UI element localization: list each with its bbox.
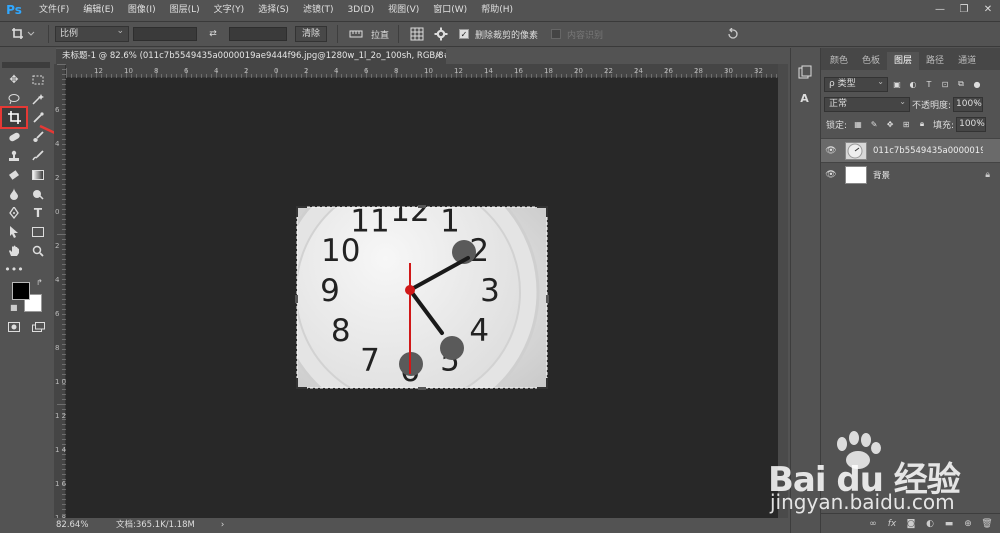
clock-numeral: 3 bbox=[480, 273, 500, 309]
lock-icon: 🔒︎ bbox=[985, 169, 990, 180]
ruler-label: 6 bbox=[364, 67, 369, 75]
filter-shape-icon[interactable]: ⊡ bbox=[938, 77, 952, 91]
lock-image-icon[interactable]: ✎ bbox=[867, 117, 881, 131]
lock-artboard-icon[interactable]: ⊞ bbox=[899, 117, 913, 131]
ruler-label: 4 bbox=[55, 276, 60, 284]
lock-transparent-icon[interactable]: ▦ bbox=[851, 117, 865, 131]
ruler-label: 1 2 bbox=[55, 412, 66, 420]
lock-all-icon[interactable]: 🔒︎ bbox=[915, 117, 929, 131]
ruler-label: 22 bbox=[604, 67, 613, 75]
ruler-label: 6 bbox=[55, 310, 60, 318]
history-panel-icon[interactable] bbox=[795, 62, 815, 82]
ruler-label: 6 bbox=[184, 67, 189, 75]
ruler-label: 24 bbox=[634, 67, 643, 75]
filter-type-icon[interactable]: T bbox=[922, 77, 936, 91]
layer-thumbnail bbox=[845, 141, 867, 160]
blend-mode-select[interactable]: 正常 bbox=[824, 95, 910, 112]
status-menu-arrow[interactable]: › bbox=[221, 518, 224, 533]
layer-filter-row: ρ 类型 ▣ ◐ T ⊡ ⧉ ● bbox=[821, 74, 1000, 94]
canvas-document[interactable]: 121234567891011 bbox=[66, 78, 778, 518]
filter-smart-object-icon[interactable]: ⧉ bbox=[954, 77, 968, 91]
ruler-label: 4 bbox=[55, 140, 60, 148]
layer-filter-select[interactable]: ρ 类型 bbox=[824, 75, 888, 92]
ruler-label: 10 bbox=[424, 67, 433, 75]
ruler-label: 16 bbox=[514, 67, 523, 75]
zoom-level[interactable]: 82.64% bbox=[56, 518, 106, 533]
ruler-label: 20 bbox=[574, 67, 583, 75]
document-info: 文档:365.1K/1.18M bbox=[116, 520, 195, 530]
ruler-label: 32 bbox=[754, 67, 763, 75]
tab-color[interactable]: 颜色 bbox=[823, 52, 855, 70]
ruler-label: 2 bbox=[55, 174, 59, 182]
lock-label: 锁定: bbox=[826, 120, 848, 131]
lock-row: 锁定: ▦ ✎ ✥ ⊞ 🔒︎ 填充: 100% bbox=[821, 114, 1000, 134]
ruler-label: 28 bbox=[694, 67, 703, 75]
opacity-input[interactable]: 100% bbox=[953, 95, 984, 112]
ruler-label: 1 6 bbox=[55, 480, 66, 488]
clock-numeral: 12 bbox=[390, 193, 429, 229]
document-tab-title: 未标题-1 @ 82.6% (011c7b5549435a0000019ae94… bbox=[62, 51, 446, 61]
horizontal-ruler[interactable]: 121086420246810121416182022242628303234 bbox=[66, 64, 793, 78]
clock-numeral: 9 bbox=[320, 273, 340, 309]
close-document-icon[interactable]: × bbox=[435, 49, 442, 64]
ruler-label: 8 bbox=[55, 344, 59, 352]
blend-row: 正常 不透明度: 100% bbox=[821, 94, 1000, 114]
clock-numeral: 1 bbox=[440, 204, 460, 240]
ruler-label: 30 bbox=[724, 67, 733, 75]
clock-numeral: 4 bbox=[469, 313, 489, 349]
ruler-label: 0 bbox=[55, 208, 59, 216]
layer-name[interactable]: 背景 bbox=[873, 169, 963, 181]
ruler-label: 8 bbox=[154, 67, 158, 75]
horizontal-ruler-ticks: 121086420246810121416182022242628303234 bbox=[66, 67, 793, 78]
filter-toggle-icon[interactable]: ● bbox=[970, 77, 984, 91]
ruler-label: 2 bbox=[304, 67, 308, 75]
character-panel-icon[interactable]: A bbox=[795, 88, 815, 108]
ruler-label: 6 bbox=[55, 106, 60, 114]
filter-adjustment-icon[interactable]: ◐ bbox=[906, 77, 920, 91]
filter-pixel-icon[interactable]: ▣ bbox=[890, 77, 904, 91]
visibility-eye-icon[interactable]: 👁︎ bbox=[821, 146, 841, 156]
opacity-label: 不透明度: bbox=[912, 100, 952, 111]
lock-position-icon[interactable]: ✥ bbox=[883, 117, 897, 131]
tab-layers[interactable]: 图层 bbox=[887, 52, 920, 70]
clock-numeral: 8 bbox=[331, 313, 351, 349]
vertical-ruler-ticks: 642024681 01 21 41 61 8 bbox=[55, 64, 67, 522]
fill-label: 填充: bbox=[933, 120, 955, 131]
ruler-label: 12 bbox=[454, 67, 463, 75]
visibility-eye-icon[interactable]: 👁︎ bbox=[821, 170, 841, 180]
layer-list: 👁︎ 011c7b5549435a0000019... 👁︎ 背景 🔒︎ bbox=[821, 138, 1000, 186]
ruler-label: 10 bbox=[124, 67, 133, 75]
ruler-label: 12 bbox=[94, 67, 103, 75]
canvas-area[interactable]: 121234567891011 bbox=[66, 78, 778, 518]
panel-tabs: 颜色 色板 图层 路径 通道 bbox=[821, 48, 1000, 70]
ruler-label: 1 0 bbox=[55, 378, 66, 386]
ruler-label: 4 bbox=[334, 67, 339, 75]
ruler-label: 0 bbox=[274, 67, 278, 75]
document-tab[interactable]: 未标题-1 @ 82.6% (011c7b5549435a0000019ae94… bbox=[56, 48, 446, 64]
layer-name[interactable]: 011c7b5549435a0000019... bbox=[873, 146, 983, 156]
ruler-label: 2 bbox=[55, 242, 59, 250]
ruler-label: 18 bbox=[544, 67, 553, 75]
photoshop-window: Ps 文件(F) 编辑(E) 图像(I) 图层(L) 文字(Y) 选择(S) 滤… bbox=[0, 0, 1000, 533]
ruler-label: 14 bbox=[484, 67, 493, 75]
tab-swatches[interactable]: 色板 bbox=[855, 52, 887, 70]
ruler-label: 2 bbox=[244, 67, 248, 75]
ruler-label: 8 bbox=[394, 67, 398, 75]
tab-paths[interactable]: 路径 bbox=[919, 52, 951, 70]
ruler-label: 1 4 bbox=[55, 446, 66, 454]
tab-channels[interactable]: 通道 bbox=[951, 52, 983, 70]
status-bar: 82.64% 文档:365.1K/1.18M › bbox=[54, 518, 778, 533]
ruler-label: 26 bbox=[664, 67, 673, 75]
ruler-label: 4 bbox=[214, 67, 219, 75]
clock-photo: 121234567891011 bbox=[297, 193, 547, 388]
layer-row[interactable]: 👁︎ 011c7b5549435a0000019... bbox=[821, 138, 1000, 162]
layer-thumbnail bbox=[845, 165, 867, 184]
layer-row[interactable]: 👁︎ 背景 🔒︎ bbox=[821, 162, 1000, 186]
clock-numeral: 7 bbox=[360, 342, 380, 378]
vertical-ruler[interactable]: 642024681 01 21 41 61 8 bbox=[54, 64, 67, 522]
baidu-jingyan-watermark: Bai du 经验 jingyan.baidu.com bbox=[768, 430, 1000, 530]
clock-numeral: 11 bbox=[350, 204, 389, 240]
fill-input[interactable]: 100% bbox=[956, 115, 987, 132]
watermark-url: jingyan.baidu.com bbox=[770, 490, 955, 514]
